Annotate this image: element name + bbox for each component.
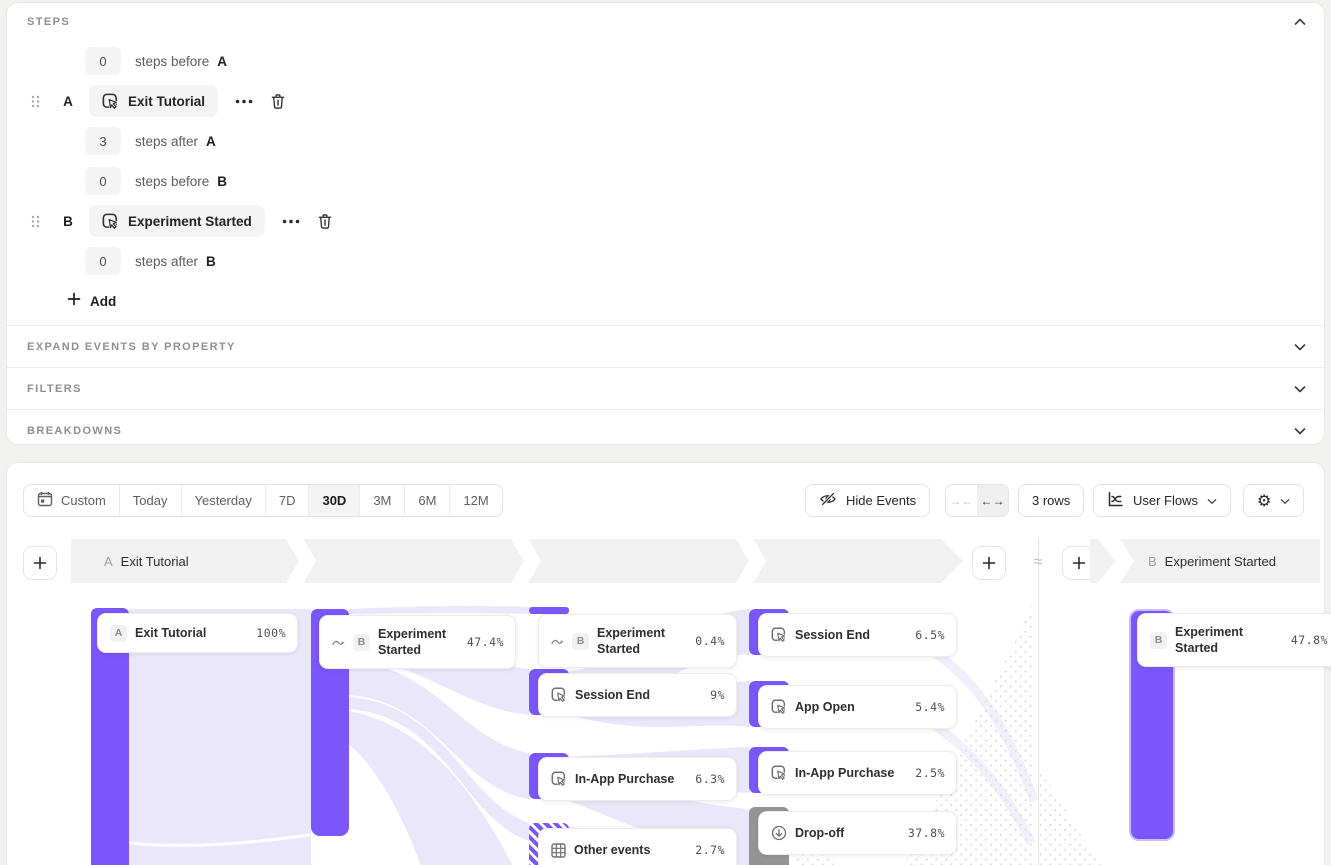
delete-step-icon[interactable] [317,213,333,230]
step-a-row: A Exit Tutorial [7,81,1324,121]
flow-break-symbol: ≈ [1026,552,1050,572]
drag-handle-icon[interactable] [31,215,41,228]
flow-node-bar-experiment-started-2[interactable] [529,607,569,614]
step-badge: B [353,634,370,651]
event-icon [771,627,787,643]
drag-handle-icon[interactable] [31,95,41,108]
chevron-down-icon [1294,427,1306,435]
flow-node-card-exit-tutorial[interactable]: A Exit Tutorial 100% [97,613,298,653]
add-step-button[interactable]: Add [7,281,1324,321]
filters-section[interactable]: FILTERS [7,367,1324,409]
steps-section-header: STEPS [7,3,1324,41]
event-icon [102,93,119,110]
event-icon [771,765,787,781]
more-options-icon[interactable] [282,219,300,224]
steps-after-label: steps after [135,134,198,149]
event-name: Exit Tutorial [128,94,205,109]
flow-node-card-experiment-started-2[interactable]: B Experiment Started 0.4% [538,614,737,668]
steps-before-a-input[interactable]: 0 [85,47,121,75]
flow-node-card-in-app-purchase-2[interactable]: In-App Purchase 6.3% [538,757,737,801]
step-b-row: B Experiment Started [7,201,1324,241]
event-picker-exit-tutorial[interactable]: Exit Tutorial [89,85,218,117]
step-ref-letter: A [206,134,216,149]
event-icon [551,771,567,787]
continue-arrow-icon [551,637,564,646]
flow-node-card-drop-off[interactable]: Drop-off 37.8% [758,811,957,855]
steps-after-b-input[interactable]: 0 [85,247,121,275]
flow-node-card-other-events[interactable]: Other events 2.7% [538,828,737,865]
step-ref-letter: A [217,54,227,69]
steps-before-a-row: 0 steps before A [7,41,1324,81]
continue-arrow-icon [332,638,345,647]
collapse-steps-button[interactable] [1294,13,1306,31]
event-icon [102,213,119,230]
flow-node-card-app-open[interactable]: App Open 5.4% [758,685,957,729]
step-letter: A [61,94,75,109]
flow-node-card-session-end-2[interactable]: Session End 9% [538,673,737,717]
step-badge: A [110,625,127,642]
flow-break-divider [1038,538,1039,865]
expand-events-by-property-section[interactable]: EXPAND EVENTS BY PROPERTY [7,325,1324,367]
step-letter: B [61,214,75,229]
event-name: Experiment Started [128,214,252,229]
chevron-up-icon [1294,13,1306,31]
event-picker-experiment-started[interactable]: Experiment Started [89,205,265,237]
delete-step-icon[interactable] [270,93,286,110]
steps-before-label: steps before [135,54,209,69]
chevron-down-icon [1294,343,1306,351]
steps-before-label: steps before [135,174,209,189]
mixpanel-flows-page: STEPS 0 steps before A A Exit Tutorial 3 [0,0,1331,865]
steps-after-a-row: 3 steps after A [7,121,1324,161]
plus-icon [67,292,81,311]
grid-icon [551,843,566,858]
steps-after-a-input[interactable]: 3 [85,127,121,155]
steps-section-title: STEPS [27,16,70,28]
flow-node-card-experiment-started-b[interactable]: B Experiment Started 47.8% [1137,613,1331,667]
event-icon [551,687,567,703]
query-builder-panel: STEPS 0 steps before A A Exit Tutorial 3 [6,2,1325,445]
step-ref-letter: B [217,174,227,189]
more-options-icon[interactable] [235,99,253,104]
flow-node-card-experiment-started-1[interactable]: B Experiment Started 47.4% [319,615,516,669]
steps-after-b-row: 0 steps after B [7,241,1324,281]
steps-before-b-input[interactable]: 0 [85,167,121,195]
event-icon [771,699,787,715]
step-badge: B [1150,632,1167,649]
step-ref-letter: B [206,254,216,269]
flow-node-card-session-end-3[interactable]: Session End 6.5% [758,613,957,657]
steps-after-label: steps after [135,254,198,269]
breakdowns-section[interactable]: BREAKDOWNS [7,409,1324,451]
step-badge: B [572,633,589,650]
flow-node-card-in-app-purchase-3[interactable]: In-App Purchase 2.5% [758,751,957,795]
chevron-down-icon [1294,385,1306,393]
drop-off-icon [771,825,787,841]
steps-before-b-row: 0 steps before B [7,161,1324,201]
flows-report-panel: Custom Today Yesterday 7D 30D 3M 6M 12M … [6,462,1325,865]
